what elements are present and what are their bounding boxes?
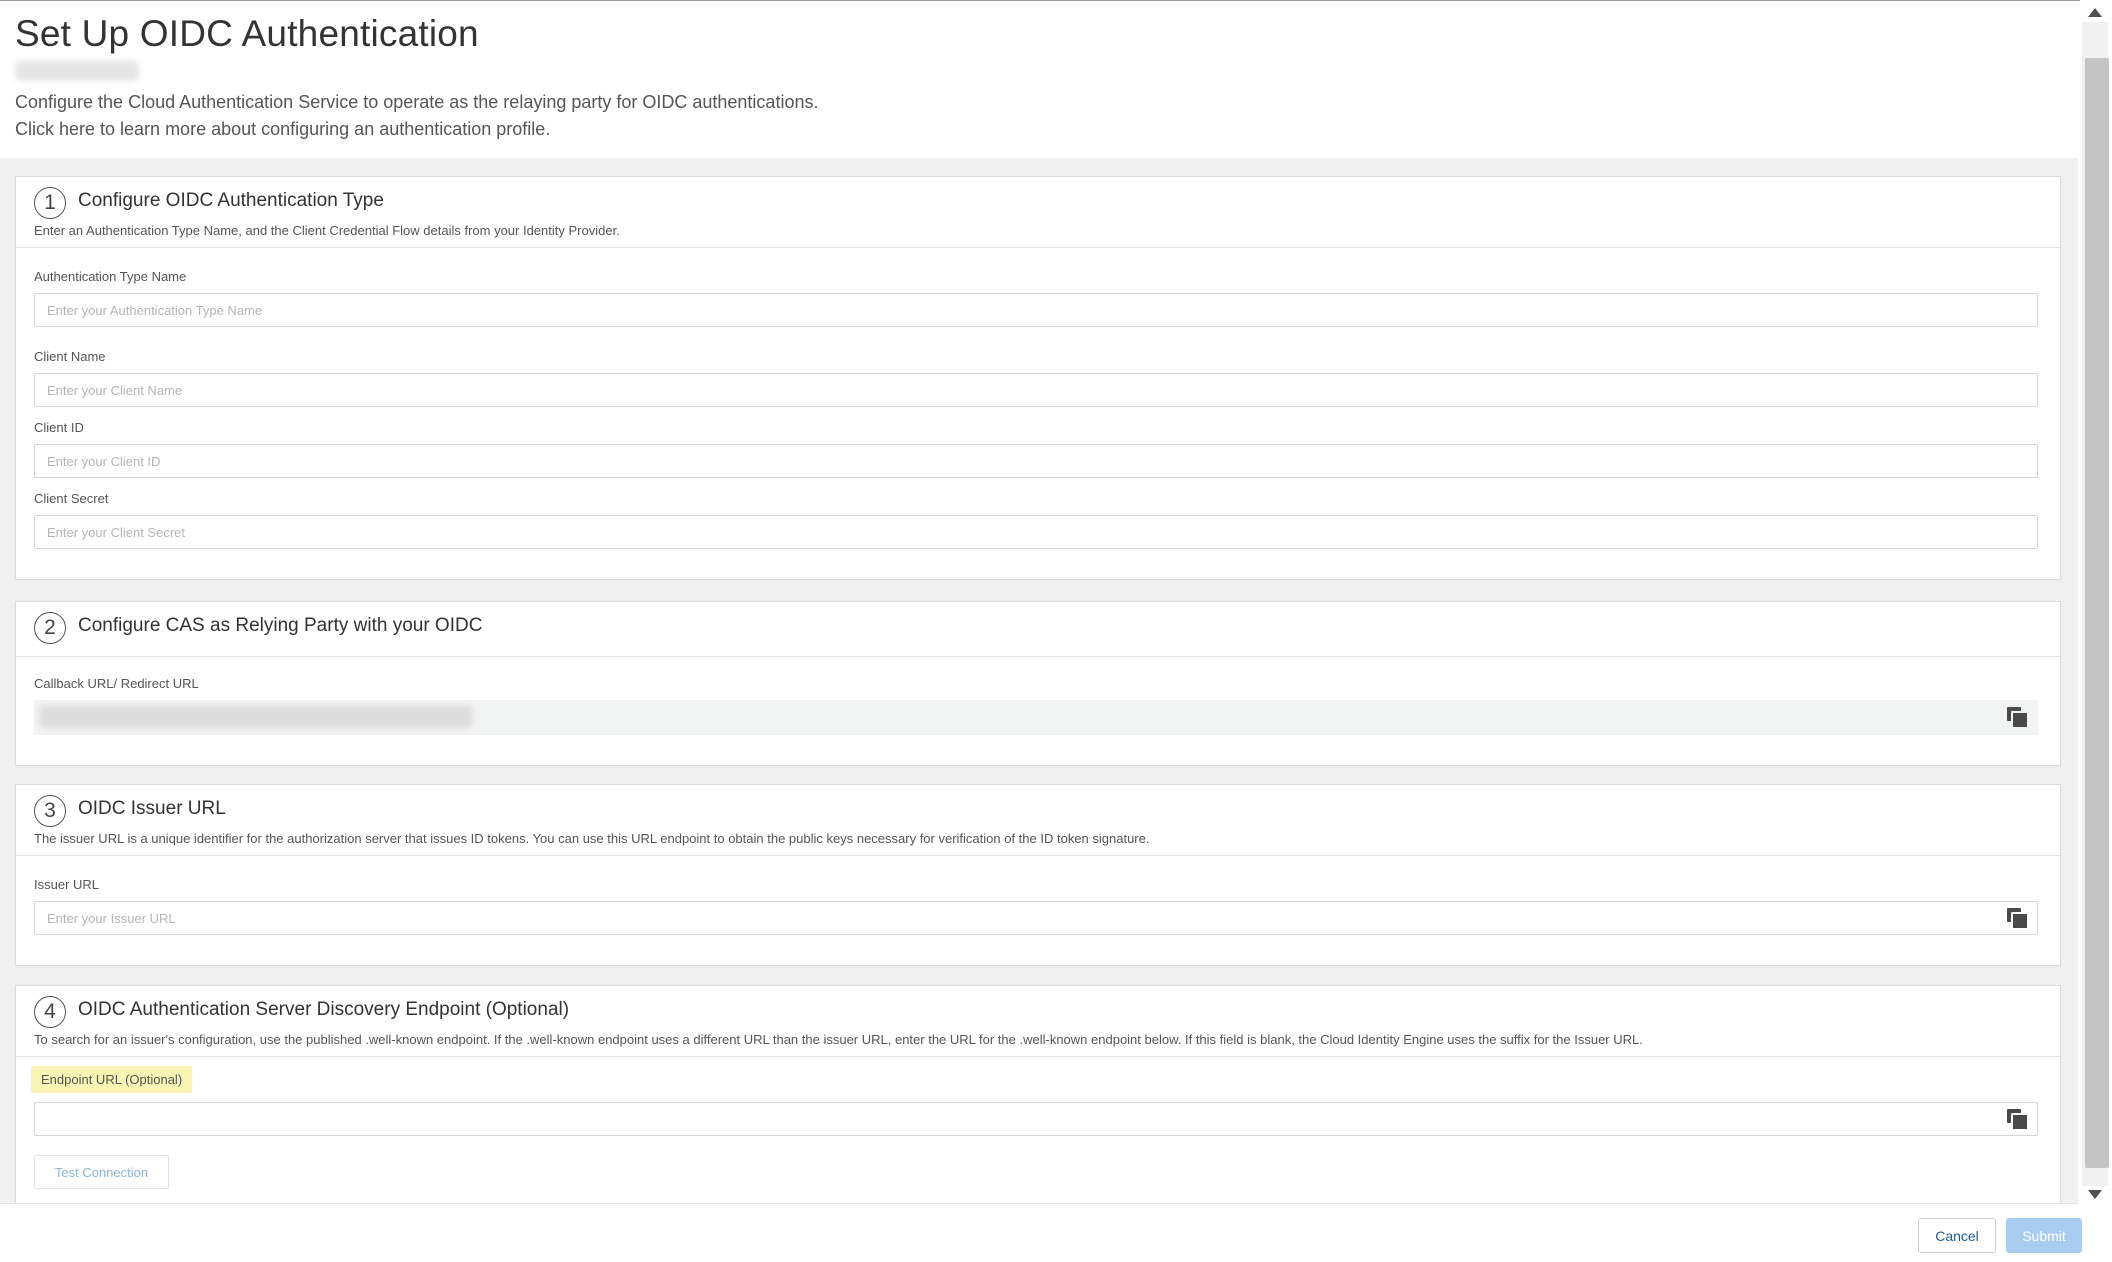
section-issuer-url: 3 OIDC Issuer URL The issuer URL is a un… [15, 784, 2061, 966]
section-4-title: OIDC Authentication Server Discovery End… [78, 999, 570, 1020]
section-configure-relying-party: 2 Configure CAS as Relying Party with yo… [15, 601, 2061, 766]
page-header: Set Up OIDC Authentication Configure the… [0, 1, 2078, 158]
client-id-input[interactable] [34, 444, 2038, 478]
intro-description: Configure the Cloud Authentication Servi… [15, 92, 819, 112]
scroll-thumb[interactable] [2085, 58, 2109, 1168]
step-number-3: 3 [34, 795, 66, 827]
step-number-4: 4 [34, 996, 66, 1028]
section-configure-auth-type: 1 Configure OIDC Authentication Type Ent… [15, 176, 2061, 580]
section-3-title: OIDC Issuer URL [78, 798, 226, 819]
scroll-down-arrow-icon[interactable] [2088, 1190, 2102, 1199]
auth-type-name-label: Authentication Type Name [34, 269, 187, 284]
form-content: 1 Configure OIDC Authentication Type Ent… [0, 158, 2078, 1203]
vertical-scrollbar[interactable] [2080, 0, 2112, 1203]
callback-url-label: Callback URL/ Redirect URL [34, 676, 199, 691]
callback-url-field [34, 700, 2038, 735]
form-footer: Cancel Submit [0, 1203, 2082, 1262]
client-secret-label: Client Secret [34, 491, 109, 506]
redacted-callback-url [40, 706, 472, 728]
copy-callback-url-button[interactable] [2004, 704, 2030, 730]
section-1-title: Configure OIDC Authentication Type [78, 190, 384, 211]
section-4-header: 4 OIDC Authentication Server Discovery E… [16, 986, 2060, 1057]
page-intro: Configure the Cloud Authentication Servi… [15, 89, 818, 143]
copy-issuer-url-button[interactable] [2004, 905, 2030, 931]
endpoint-url-input[interactable] [34, 1102, 2038, 1136]
test-connection-button[interactable]: Test Connection [34, 1155, 169, 1189]
section-1-description: Enter an Authentication Type Name, and t… [34, 223, 620, 238]
client-name-label: Client Name [34, 349, 106, 364]
auth-type-name-input[interactable] [34, 293, 2038, 327]
step-number-1: 1 [34, 187, 66, 219]
step-number-2: 2 [34, 612, 66, 644]
section-3-header: 3 OIDC Issuer URL The issuer URL is a un… [16, 785, 2060, 856]
copy-endpoint-url-button[interactable] [2004, 1106, 2030, 1132]
client-id-label: Client ID [34, 420, 84, 435]
oidc-setup-page: Set Up OIDC Authentication Configure the… [0, 0, 2112, 1262]
section-2-title: Configure CAS as Relying Party with your… [78, 615, 483, 636]
learn-more-link[interactable]: Click here to learn more about configuri… [15, 116, 818, 143]
scroll-up-arrow-icon[interactable] [2088, 8, 2102, 17]
client-secret-input[interactable] [34, 515, 2038, 549]
client-name-input[interactable] [34, 373, 2038, 407]
issuer-url-input[interactable] [34, 901, 2038, 935]
section-4-description: To search for an issuer's configuration,… [34, 1032, 1643, 1047]
cancel-button[interactable]: Cancel [1918, 1218, 1996, 1253]
issuer-url-label: Issuer URL [34, 877, 100, 892]
section-3-description: The issuer URL is a unique identifier fo… [34, 831, 1150, 846]
section-1-header: 1 Configure OIDC Authentication Type Ent… [16, 177, 2060, 248]
submit-button[interactable]: Submit [2006, 1218, 2082, 1253]
section-2-header: 2 Configure CAS as Relying Party with yo… [16, 602, 2060, 657]
page-title: Set Up OIDC Authentication [15, 13, 479, 54]
section-discovery-endpoint: 4 OIDC Authentication Server Discovery E… [15, 985, 2061, 1203]
endpoint-url-label: Endpoint URL (Optional) [31, 1066, 193, 1093]
redacted-subtitle [15, 61, 139, 81]
scroll-track[interactable] [2082, 22, 2109, 1186]
